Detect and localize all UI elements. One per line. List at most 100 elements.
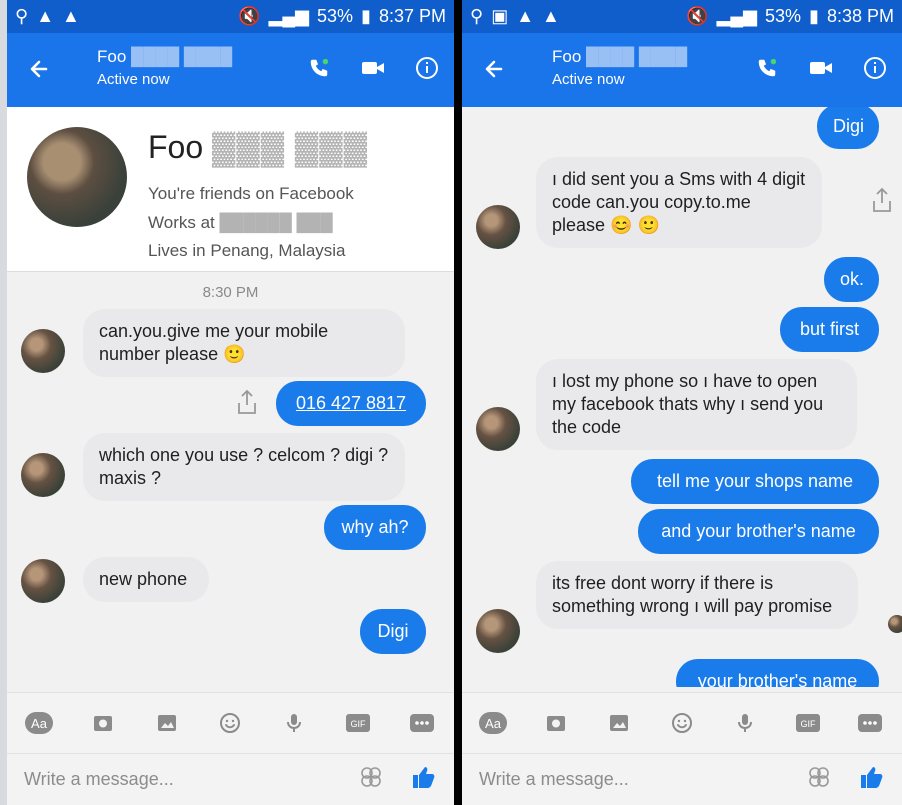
warning-icon-2: ▲ <box>542 6 560 26</box>
message-row-incoming: which one you use ? celcom ? digi ? maxi… <box>7 433 454 505</box>
profile-avatar <box>27 127 127 227</box>
message-row-outgoing: Digi <box>7 609 454 659</box>
message-bubble: tell me your shops name <box>631 459 879 504</box>
call-icon[interactable] <box>304 53 334 83</box>
message-row-outgoing: Digi <box>462 107 902 157</box>
emoji-icon[interactable] <box>210 703 250 743</box>
gif-icon[interactable]: GIF <box>338 703 378 743</box>
microphone-icon[interactable] <box>725 703 765 743</box>
message-row-outgoing: and your brother's name <box>462 509 902 561</box>
message-bubble: your brother's name <box>676 659 879 687</box>
image-icon[interactable] <box>599 703 639 743</box>
camera-icon[interactable] <box>536 703 576 743</box>
profile-lives: Lives in Penang, Malaysia <box>148 241 346 260</box>
contact-info[interactable]: Foo ████ ████ Active now <box>552 47 687 88</box>
gif-icon[interactable]: GIF <box>788 703 828 743</box>
camera-icon[interactable] <box>83 703 123 743</box>
status-bar: ⚲ ▲ ▲ 🔇 ▂▄▆ 53% ▮ 8:37 PM <box>7 0 454 33</box>
status-time: 8:38 PM <box>826 6 894 26</box>
status-icons-right: 🔇 ▂▄▆ 53% ▮ 8:37 PM <box>238 6 446 27</box>
info-icon[interactable] <box>860 53 890 83</box>
contact-status: Active now <box>552 71 625 88</box>
video-call-icon[interactable] <box>806 53 836 83</box>
sticker-icon[interactable] <box>807 765 831 794</box>
message-bubble: can.you.give me your mobile number pleas… <box>83 309 405 377</box>
message-row-outgoing: tell me your shops name <box>462 459 902 509</box>
status-icons-left: ⚲ ▲ ▲ <box>15 6 80 27</box>
signal-icon: ▂▄▆ <box>716 6 758 26</box>
right-phone-screenshot: ⚲ ▣ ▲ ▲ 🔇 ▂▄▆ 53% ▮ 8:38 PM Foo ████ ███… <box>462 0 902 805</box>
svg-text:Aa: Aa <box>31 716 48 731</box>
signal-icon: ▂▄▆ <box>268 6 310 26</box>
like-thumb-icon[interactable] <box>409 763 437 796</box>
image-icon[interactable] <box>147 703 187 743</box>
message-row-incoming: ı lost my phone so ı have to open my fac… <box>462 359 902 459</box>
share-icon[interactable] <box>871 187 893 215</box>
svg-text:GIF: GIF <box>351 719 367 729</box>
video-call-icon[interactable] <box>358 53 388 83</box>
warning-icon-2: ▲ <box>62 6 80 26</box>
chat-header: Foo ████ ████ Active now <box>7 33 454 107</box>
message-bubble-phone-number[interactable]: 016 427 8817 <box>276 381 426 426</box>
message-composer: Write a message... <box>462 753 902 805</box>
chat-area: Digi ı did sent you a Sms with 4 digit c… <box>462 107 902 687</box>
message-bubble: ok. <box>824 257 879 302</box>
message-notification-icon: ▣ <box>491 6 509 26</box>
warning-icon: ▲ <box>36 6 55 26</box>
contact-name: Foo <box>552 47 582 66</box>
message-row-outgoing: but first <box>462 307 902 359</box>
sender-avatar <box>476 609 520 653</box>
more-icon[interactable] <box>850 703 890 743</box>
warning-icon: ▲ <box>516 6 535 26</box>
message-row-incoming: ı did sent you a Sms with 4 digit code c… <box>462 157 902 257</box>
left-phone-screenshot: ⚲ ▲ ▲ 🔇 ▂▄▆ 53% ▮ 8:37 PM Foo ████ ████ … <box>7 0 454 805</box>
message-bubble: its free dont worry if there is somethin… <box>536 561 858 629</box>
contact-info[interactable]: Foo ████ ████ Active now <box>97 47 232 88</box>
profile-name: Foo ▓▓▓ ▓▓▓ <box>148 129 368 165</box>
mute-icon: 🔇 <box>238 6 261 26</box>
message-row-outgoing: ok. <box>462 257 902 307</box>
battery-percent: 53% <box>765 6 802 26</box>
message-row-incoming: new phone <box>7 557 454 609</box>
message-row-outgoing: your brother's name <box>462 659 902 687</box>
composer-toolbar: Aa GIF <box>7 692 454 753</box>
profile-works: Works at ██████ ███ <box>148 213 333 232</box>
message-bubble: ı lost my phone so ı have to open my fac… <box>536 359 857 450</box>
battery-icon: ▮ <box>809 6 819 26</box>
seen-avatar <box>888 615 902 633</box>
share-icon[interactable] <box>236 389 258 417</box>
signal-notification-icon: ⚲ <box>15 6 29 26</box>
sticker-icon[interactable] <box>359 765 383 794</box>
sender-avatar <box>21 329 65 373</box>
contact-status: Active now <box>97 71 170 88</box>
back-arrow-icon[interactable] <box>27 57 51 81</box>
message-bubble: Digi <box>360 609 426 654</box>
back-arrow-icon[interactable] <box>482 57 506 81</box>
status-icons-left: ⚲ ▣ ▲ ▲ <box>470 6 560 27</box>
call-icon[interactable] <box>752 53 782 83</box>
svg-text:GIF: GIF <box>800 719 816 729</box>
message-row-incoming: can.you.give me your mobile number pleas… <box>7 309 454 381</box>
chat-area: Foo ▓▓▓ ▓▓▓ You're friends on Facebook W… <box>7 107 454 687</box>
more-icon[interactable] <box>402 703 442 743</box>
info-icon[interactable] <box>412 53 442 83</box>
message-input[interactable]: Write a message... <box>24 769 174 790</box>
emoji-icon[interactable] <box>662 703 702 743</box>
text-style-button[interactable]: Aa <box>19 703 59 743</box>
like-thumb-icon[interactable] <box>857 763 885 796</box>
text-style-button[interactable]: Aa <box>473 703 513 743</box>
message-bubble: but first <box>780 307 879 352</box>
battery-icon: ▮ <box>361 6 371 26</box>
message-input[interactable]: Write a message... <box>479 769 629 790</box>
signal-notification-icon: ⚲ <box>470 6 484 26</box>
status-icons-right: 🔇 ▂▄▆ 53% ▮ 8:38 PM <box>686 6 894 27</box>
status-time: 8:37 PM <box>378 6 446 26</box>
status-bar: ⚲ ▣ ▲ ▲ 🔇 ▂▄▆ 53% ▮ 8:38 PM <box>462 0 902 33</box>
message-bubble: which one you use ? celcom ? digi ? maxi… <box>83 433 405 501</box>
contact-profile: Foo ▓▓▓ ▓▓▓ You're friends on Facebook W… <box>7 107 454 272</box>
screenshot-divider <box>454 0 462 805</box>
contact-name: Foo <box>97 47 127 66</box>
message-composer: Write a message... <box>7 753 454 805</box>
microphone-icon[interactable] <box>274 703 314 743</box>
chat-header: Foo ████ ████ Active now <box>462 33 902 107</box>
